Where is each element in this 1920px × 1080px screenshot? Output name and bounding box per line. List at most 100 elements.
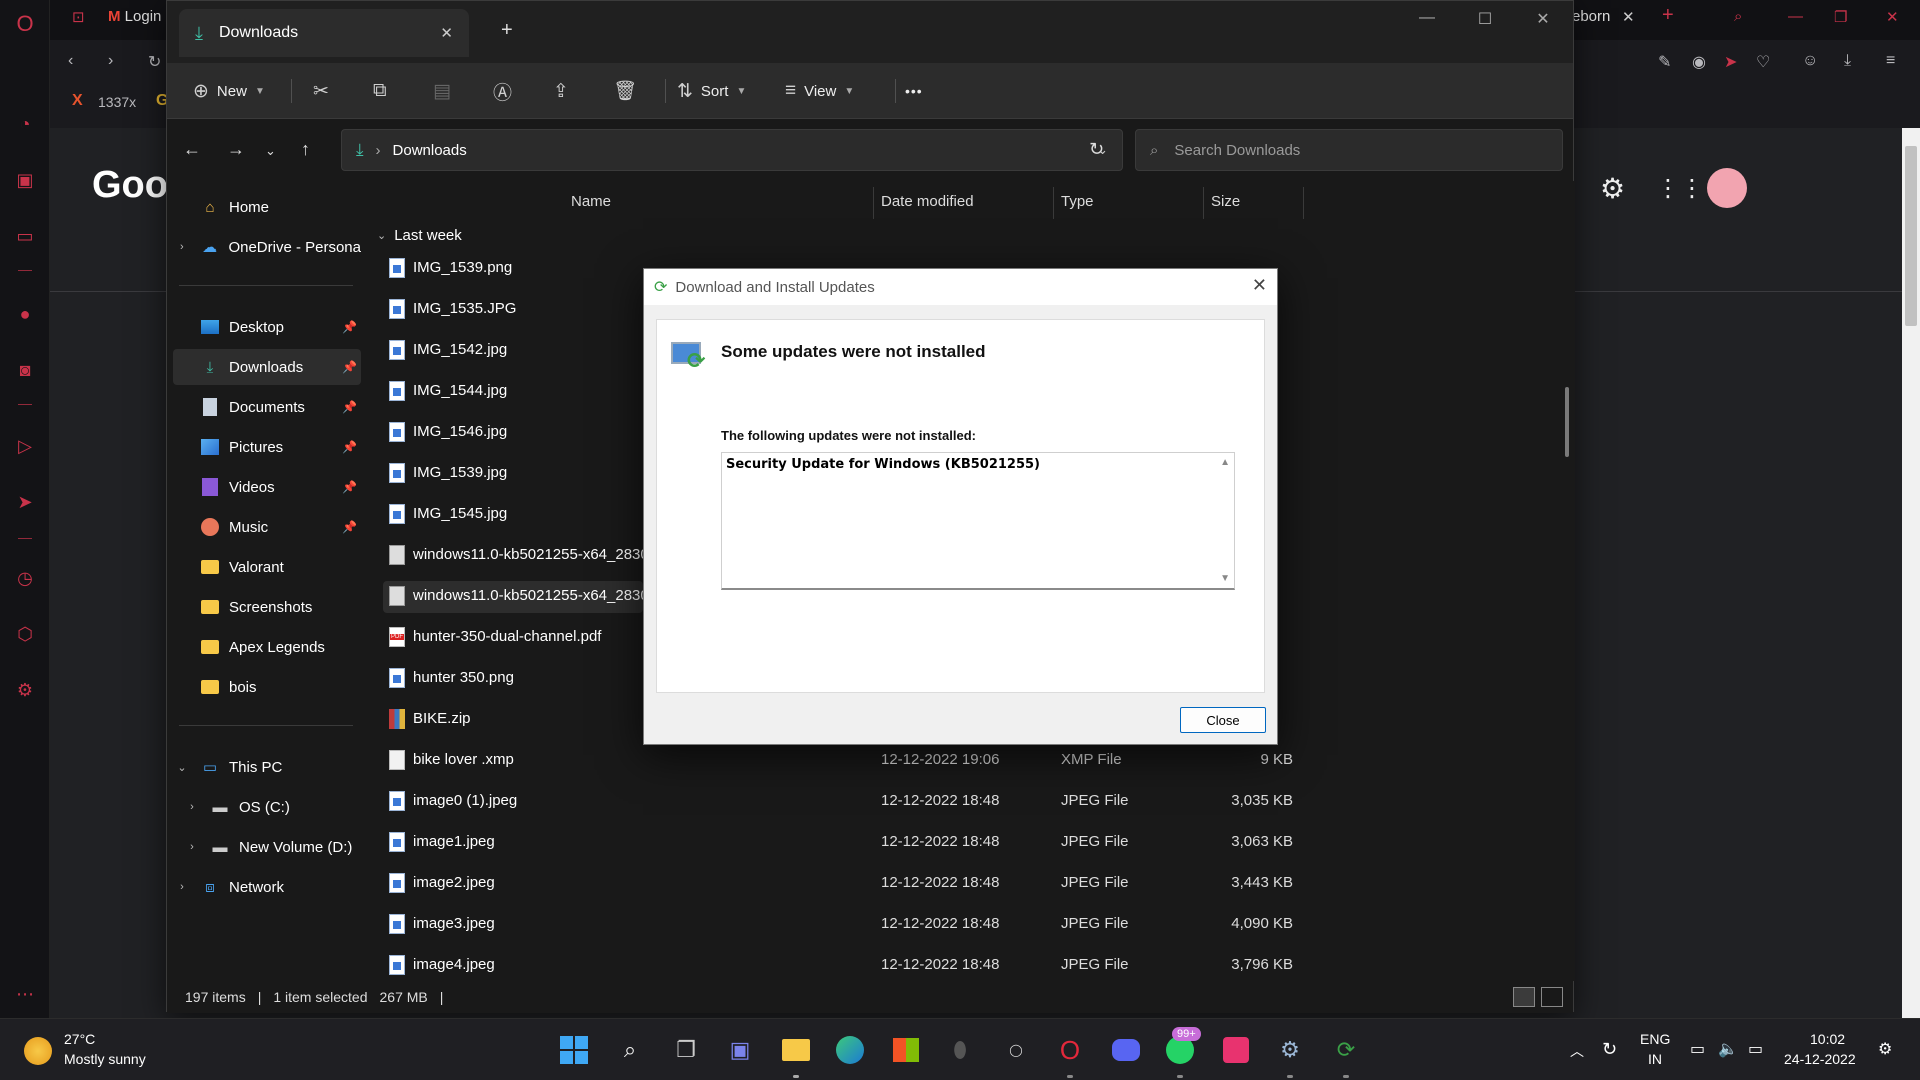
easy-setup-icon[interactable]: ≡ bbox=[1886, 52, 1895, 70]
nav-downloads[interactable]: ⤓ Downloads 📌 bbox=[173, 349, 361, 385]
rename-button[interactable]: Ⓐ bbox=[493, 75, 512, 107]
nav-pictures[interactable]: Pictures 📌 bbox=[173, 429, 361, 465]
tab-close-icon[interactable]: ✕ bbox=[1622, 8, 1635, 26]
bookmark-1337x[interactable]: 1337x bbox=[98, 94, 136, 110]
avatar[interactable] bbox=[1707, 168, 1747, 208]
column-divider[interactable] bbox=[1303, 187, 1304, 219]
expand-chevron-icon[interactable]: › bbox=[183, 841, 201, 853]
column-header-name[interactable]: Name bbox=[571, 193, 611, 210]
player-icon[interactable]: ▷ bbox=[13, 434, 37, 458]
nav-screenshots[interactable]: Screenshots bbox=[173, 589, 361, 625]
nav-this-pc[interactable]: ⌄ ▭ This PC bbox=[173, 749, 361, 785]
nav-volume-d[interactable]: › ▬ New Volume (D:) bbox=[183, 829, 371, 865]
sync-icon[interactable]: ↻ bbox=[1602, 1039, 1617, 1060]
settings-icon[interactable]: ⚙ bbox=[13, 678, 37, 702]
column-divider[interactable] bbox=[873, 187, 874, 219]
settings-icon[interactable]: ⚙ bbox=[1272, 1032, 1308, 1068]
minimize-icon[interactable]: — bbox=[1788, 8, 1803, 25]
language-secondary[interactable]: IN bbox=[1648, 1051, 1662, 1067]
google-settings-icon[interactable]: ⚙ bbox=[1600, 172, 1625, 205]
list-item[interactable]: Security Update for Windows (KB5021255) bbox=[726, 457, 1040, 472]
new-tab-button[interactable]: + bbox=[501, 19, 513, 42]
nav-home[interactable]: ⌂ Home bbox=[173, 189, 361, 225]
right-tab-label[interactable]: eborn bbox=[1572, 8, 1610, 25]
gmail-tab[interactable]: M Login bbox=[108, 8, 161, 25]
scroll-down-icon[interactable]: ▼ bbox=[1220, 573, 1230, 584]
whatsapp-icon[interactable]: ● bbox=[13, 302, 37, 326]
back-icon[interactable]: ‹ bbox=[68, 52, 73, 70]
store-icon[interactable] bbox=[888, 1032, 924, 1068]
recent-locations-icon[interactable]: ⌄ bbox=[265, 143, 276, 159]
teams-icon[interactable]: ▣ bbox=[722, 1032, 758, 1068]
close-window-icon[interactable]: ✕ bbox=[1886, 8, 1899, 26]
weather-desc[interactable]: Mostly sunny bbox=[64, 1051, 146, 1067]
view-button[interactable]: ≡ View ▼ bbox=[785, 75, 854, 107]
details-view-icon[interactable] bbox=[1513, 987, 1535, 1007]
nav-onedrive[interactable]: › ☁ OneDrive - Persona bbox=[173, 229, 361, 265]
group-header[interactable]: ⌄ Last week bbox=[377, 227, 462, 244]
edge-icon[interactable] bbox=[832, 1032, 868, 1068]
calendar-app-icon[interactable] bbox=[1218, 1032, 1254, 1068]
account-icon[interactable]: ☺ bbox=[1802, 52, 1818, 70]
snap-icon[interactable]: ✎ bbox=[1658, 52, 1671, 72]
task-view-icon[interactable]: ❐ bbox=[668, 1032, 704, 1068]
collapse-chevron-icon[interactable]: ⌄ bbox=[173, 761, 191, 774]
twitch-icon[interactable]: ▭ bbox=[13, 224, 37, 248]
instagram-icon[interactable]: ◙ bbox=[13, 358, 37, 382]
camera-icon[interactable]: ◉ bbox=[1692, 52, 1706, 72]
search-input[interactable]: ⌕ Search Downloads bbox=[1135, 129, 1563, 171]
search-tabs-icon[interactable]: ⌕ bbox=[1734, 8, 1742, 25]
restore-icon[interactable]: ❐ bbox=[1834, 8, 1847, 26]
notifications-icon[interactable]: ⚙ bbox=[1878, 1039, 1892, 1059]
discord-icon[interactable] bbox=[1108, 1032, 1144, 1068]
nav-bois[interactable]: bois bbox=[173, 669, 361, 705]
address-bar[interactable]: ⤓ › Downloads ⌄ bbox=[341, 129, 1123, 171]
maximize-button[interactable]: ☐ bbox=[1457, 9, 1513, 33]
scroll-up-icon[interactable]: ▲ bbox=[1220, 457, 1230, 468]
tab-icon[interactable]: ⊡ bbox=[72, 8, 85, 26]
column-divider[interactable] bbox=[1203, 187, 1204, 219]
share-button[interactable]: ⇪ bbox=[553, 75, 569, 107]
file-row[interactable]: bike lover .xmp 12-12-2022 19:06 XMP File 9… bbox=[365, 743, 1465, 777]
expand-chevron-icon[interactable]: › bbox=[173, 881, 191, 893]
file-row[interactable]: image2.jpeg 12-12-2022 18:48 JPEG File 3,44… bbox=[365, 866, 1465, 900]
paste-button[interactable]: ▤ bbox=[433, 75, 451, 107]
nav-music[interactable]: Music 📌 bbox=[173, 509, 361, 545]
send-icon[interactable]: ➤ bbox=[13, 490, 37, 514]
extensions-icon[interactable]: ⬡ bbox=[13, 622, 37, 646]
copy-button[interactable]: ⧉ bbox=[373, 75, 387, 107]
clock-date[interactable]: 24-12-2022 bbox=[1784, 1051, 1856, 1067]
delete-button[interactable]: 🗑 bbox=[613, 75, 637, 107]
reload-icon[interactable]: ↻ bbox=[148, 52, 161, 72]
forward-arrow-icon[interactable]: → bbox=[227, 139, 245, 160]
file-row[interactable]: image0 (1).jpeg 12-12-2022 18:48 JPEG File… bbox=[365, 784, 1465, 818]
file-explorer-icon[interactable] bbox=[778, 1032, 814, 1068]
more-icon[interactable]: ⋯ bbox=[13, 982, 37, 1006]
dell-icon[interactable]: ◯ bbox=[998, 1032, 1034, 1068]
file-row[interactable]: image1.jpeg 12-12-2022 18:48 JPEG File 3,06… bbox=[365, 825, 1465, 859]
nav-videos[interactable]: Videos 📌 bbox=[173, 469, 361, 505]
favorite-icon[interactable]: ♡ bbox=[1756, 52, 1770, 72]
tab-close-icon[interactable]: ✕ bbox=[440, 24, 453, 42]
close-button[interactable]: Close bbox=[1180, 707, 1266, 733]
column-header-date[interactable]: Date modified bbox=[881, 193, 974, 210]
close-button[interactable]: ✕ bbox=[1515, 9, 1571, 33]
weather-icon[interactable] bbox=[24, 1037, 52, 1065]
download-icon[interactable]: ⤓ bbox=[1844, 52, 1851, 70]
nav-network[interactable]: › ⧈ Network bbox=[173, 869, 361, 905]
opera-icon[interactable]: O bbox=[1052, 1032, 1088, 1068]
nav-os-c[interactable]: › ▬ OS (C:) bbox=[183, 789, 371, 825]
failed-updates-list[interactable]: Security Update for Windows (KB5021255) … bbox=[721, 452, 1235, 590]
cut-button[interactable]: ✂ bbox=[313, 75, 329, 107]
windows-update-icon[interactable]: ⟳ bbox=[1328, 1032, 1364, 1068]
back-arrow-icon[interactable]: ← bbox=[183, 139, 201, 160]
tray-overflow-icon[interactable]: ︿ bbox=[1570, 1041, 1584, 1061]
breadcrumb-downloads[interactable]: Downloads bbox=[393, 142, 1086, 159]
speed-dial-icon[interactable]: ◔ bbox=[13, 112, 37, 136]
column-header-size[interactable]: Size bbox=[1211, 193, 1240, 210]
nav-documents[interactable]: Documents 📌 bbox=[173, 389, 361, 425]
page-scroll-thumb[interactable] bbox=[1905, 146, 1917, 326]
file-row[interactable]: image3.jpeg 12-12-2022 18:48 JPEG File 4,09… bbox=[365, 907, 1465, 941]
dialog-close-icon[interactable]: ✕ bbox=[1252, 275, 1267, 296]
battery-icon[interactable]: ▭ bbox=[1748, 1039, 1763, 1059]
